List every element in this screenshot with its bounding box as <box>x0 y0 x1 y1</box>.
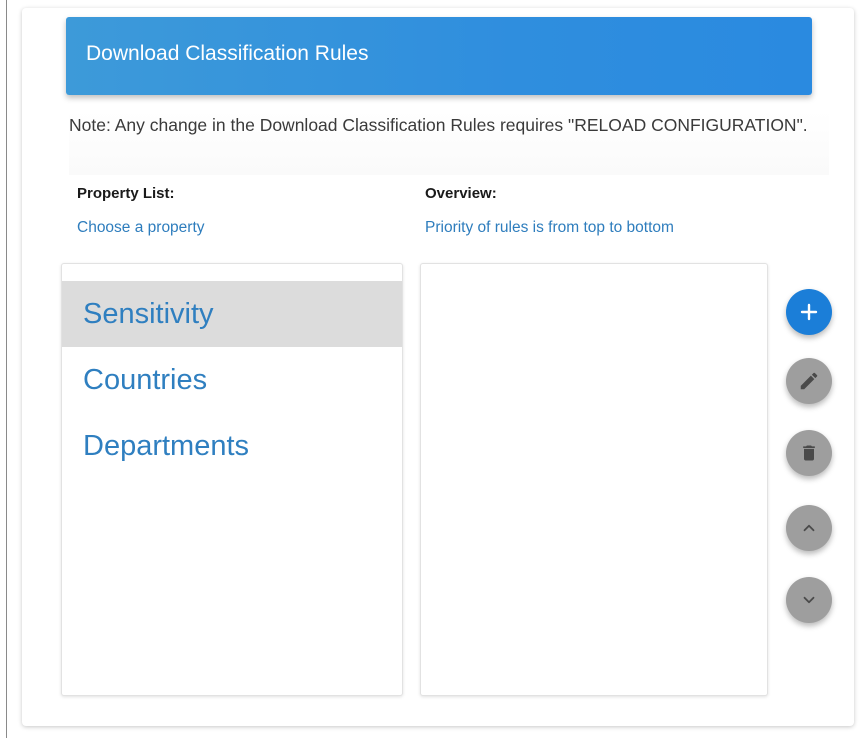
pencil-icon <box>800 372 818 390</box>
property-item-sensitivity[interactable]: Sensitivity <box>62 281 402 347</box>
overview-panel <box>420 263 768 696</box>
property-list-hint: Choose a property <box>77 219 205 236</box>
trash-icon <box>803 445 815 461</box>
page-title-bar: Download Classification Rules <box>66 17 812 95</box>
move-down-button[interactable] <box>786 577 832 623</box>
reload-note: Note: Any change in the Download Classif… <box>69 111 829 175</box>
property-list: Sensitivity Countries Departments <box>61 263 403 696</box>
property-item-departments[interactable]: Departments <box>62 413 402 479</box>
plus-icon <box>800 303 818 321</box>
property-list-label: Property List: <box>77 185 175 202</box>
move-up-button[interactable] <box>786 505 832 551</box>
property-item-countries[interactable]: Countries <box>62 347 402 413</box>
page-title: Download Classification Rules <box>86 42 369 65</box>
add-rule-button[interactable] <box>786 289 832 335</box>
overview-hint: Priority of rules is from top to bottom <box>425 219 674 236</box>
edit-rule-button[interactable] <box>786 358 832 404</box>
delete-rule-button[interactable] <box>786 430 832 476</box>
chevron-up-icon <box>803 524 815 532</box>
window-border <box>6 0 7 738</box>
overview-label: Overview: <box>425 185 497 202</box>
chevron-down-icon <box>803 596 815 604</box>
